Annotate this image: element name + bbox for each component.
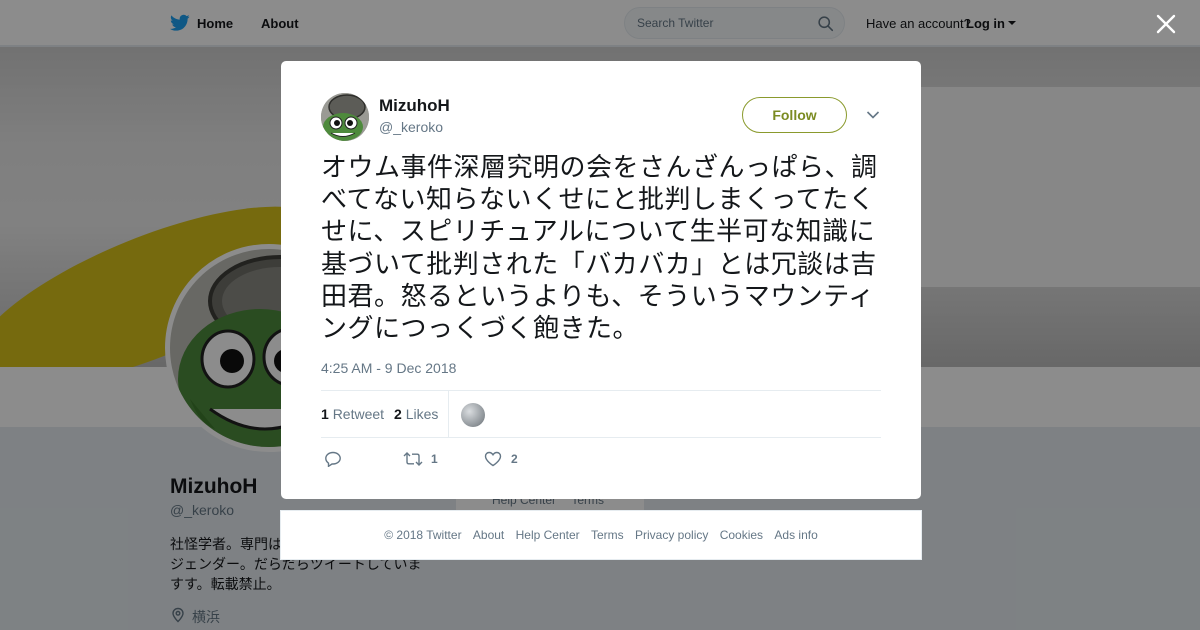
footer-cookies-link[interactable]: Cookies — [720, 528, 763, 542]
copyright-text: © 2018 Twitter — [384, 528, 462, 542]
footer-terms-link[interactable]: Terms — [591, 528, 624, 542]
footer-help-center-link[interactable]: Help Center — [516, 528, 580, 542]
retweet-label: Retweet — [332, 406, 385, 422]
frog-avatar-image — [321, 93, 369, 141]
tweet-author-avatar[interactable] — [321, 93, 369, 141]
footer-ads-info-link[interactable]: Ads info — [774, 528, 817, 542]
modal-footer: © 2018 Twitter About Help Center Terms P… — [280, 510, 922, 560]
likes-label: Likes — [405, 406, 439, 422]
footer-privacy-link[interactable]: Privacy policy — [635, 528, 708, 542]
heart-icon[interactable] — [484, 451, 502, 467]
tweet-text: オウム事件深層究明の会をさんざんっぱら、調べてない知らないくせにと批判しまくって… — [321, 153, 878, 345]
tweet-author-handle[interactable]: @_keroko — [379, 119, 443, 135]
retweet-icon[interactable] — [403, 451, 423, 467]
liker-avatar[interactable] — [461, 403, 485, 427]
retweet-stat[interactable]: 1 Retweet — [321, 406, 384, 422]
tweet-stats: 1 Retweet 2 Likes — [321, 390, 881, 438]
tweet-author-name[interactable]: MizuhoH — [379, 96, 450, 116]
like-count: 2 — [394, 406, 402, 422]
tweet-modal: MizuhoH @_keroko Follow オウム事件深層究明の会をさんざん… — [281, 61, 921, 499]
footer-about-link[interactable]: About — [473, 528, 504, 542]
reply-icon[interactable] — [324, 451, 342, 467]
likes-stat[interactable]: 2 Likes — [394, 406, 438, 422]
tweet-actions: 1 2 — [321, 449, 881, 473]
chevron-down-icon[interactable] — [866, 110, 880, 120]
retweet-action-count: 1 — [431, 452, 438, 466]
stats-divider — [448, 391, 449, 437]
close-icon[interactable] — [1156, 14, 1176, 34]
retweet-count: 1 — [321, 406, 329, 422]
tweet-timestamp[interactable]: 4:25 AM - 9 Dec 2018 — [321, 360, 456, 376]
like-action-count: 2 — [511, 452, 518, 466]
follow-button[interactable]: Follow — [742, 97, 847, 133]
